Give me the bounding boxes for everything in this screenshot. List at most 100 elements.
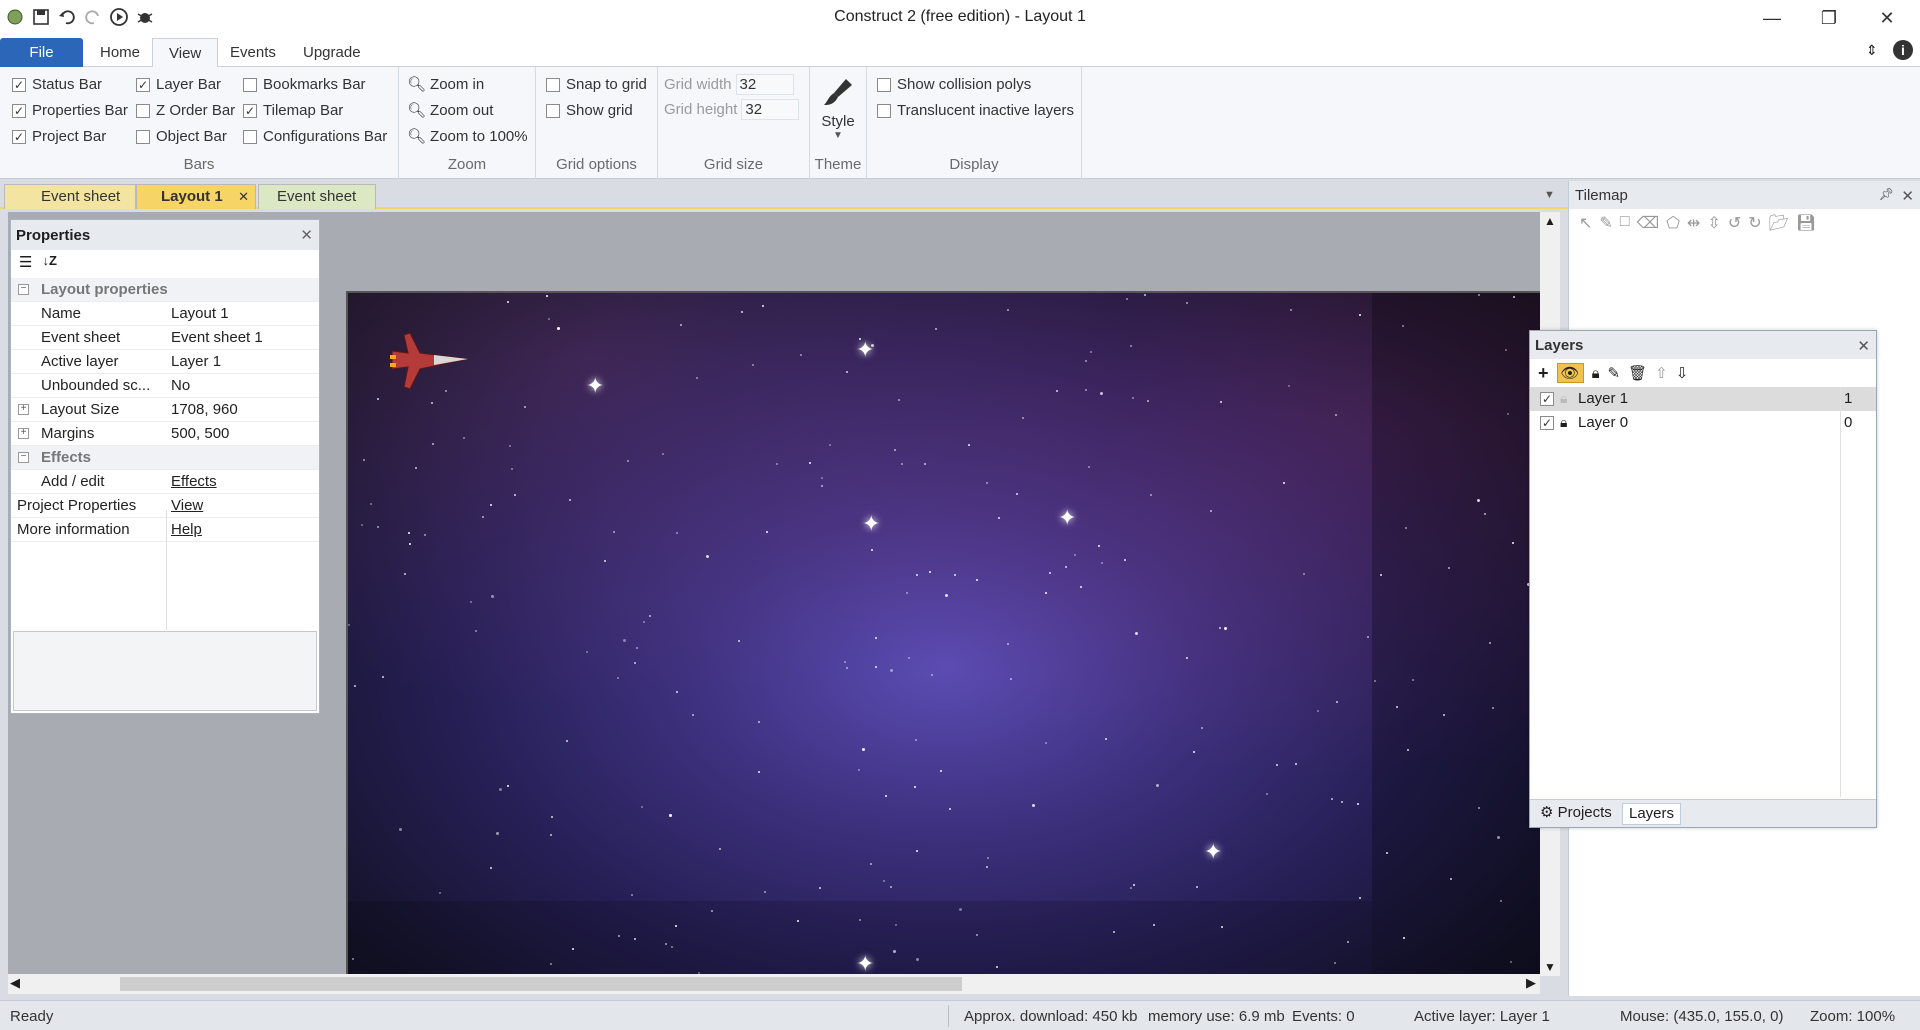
star xyxy=(1085,389,1087,391)
prop-project-properties-row[interactable]: Project Properties View xyxy=(11,494,319,518)
status-bar-checkbox[interactable]: ✓ Status Bar xyxy=(12,76,102,93)
style-button[interactable]: Style ▼ xyxy=(820,75,856,141)
rotate-cw-icon[interactable]: ↻ xyxy=(1748,213,1761,235)
categorized-icon[interactable]: ☰ xyxy=(19,253,32,275)
grid-height-input[interactable]: 32 xyxy=(741,99,800,120)
project-bar-checkbox[interactable]: ✓ Project Bar xyxy=(12,128,106,145)
rectangle-tool-icon[interactable]: □ xyxy=(1620,213,1630,235)
expand-icon[interactable]: + xyxy=(18,404,29,415)
z-order-bar-checkbox[interactable]: Z Order Bar xyxy=(136,102,235,119)
save-tile-icon[interactable]: 💾︎ xyxy=(1796,213,1816,235)
minimize-button[interactable]: — xyxy=(1743,0,1801,36)
star xyxy=(1032,804,1035,807)
lock-icon[interactable]: 🔒︎ xyxy=(1560,414,1567,431)
prop-add-edit-row[interactable]: Add / edit Effects xyxy=(11,470,319,494)
sort-alpha-icon[interactable]: ↓Z xyxy=(42,253,56,275)
tab-event-sheet-1[interactable]: Event sheet 1 xyxy=(4,184,136,229)
tabs-dropdown-icon[interactable]: ▼ xyxy=(1544,189,1555,201)
lock-layer-icon[interactable]: 🔒︎ xyxy=(1592,365,1600,382)
tab-view[interactable]: View xyxy=(152,38,219,68)
add-layer-icon[interactable]: + xyxy=(1538,363,1549,384)
star xyxy=(890,886,892,888)
show-collision-polys-checkbox[interactable]: Show collision polys xyxy=(877,76,1031,93)
rotate-ccw-icon[interactable]: ↺ xyxy=(1728,213,1741,235)
show-grid-checkbox[interactable]: Show grid xyxy=(546,102,633,119)
translucent-inactive-layers-checkbox[interactable]: Translucent inactive layers xyxy=(877,102,1074,119)
ribbon-view: ✓ Status Bar ✓ Properties Bar ✓ Project Bar… xyxy=(0,67,1920,179)
tilemap-bar-checkbox[interactable]: ✓ Tilemap Bar xyxy=(243,102,343,119)
layer-row[interactable]: ✓ 🔒︎ Layer 1 1 xyxy=(1530,387,1876,411)
view-link[interactable]: View xyxy=(171,497,203,514)
star xyxy=(819,887,821,889)
prop-name-row[interactable]: Name Layout 1 xyxy=(11,302,319,326)
player-ship-sprite[interactable] xyxy=(390,329,472,393)
tab-projects[interactable]: ⚙︎ Projects xyxy=(1534,803,1618,825)
layer-bar-checkbox[interactable]: ✓ Layer Bar xyxy=(136,76,221,93)
layer-visible-checkbox[interactable]: ✓ xyxy=(1540,392,1554,406)
prop-margins-row[interactable]: + Margins 500, 500 xyxy=(11,422,319,446)
edit-layer-icon[interactable]: ✎ xyxy=(1608,364,1621,382)
ribbon-collapse-icon[interactable]: ⇕ xyxy=(1866,42,1878,59)
star xyxy=(809,462,811,464)
delete-layer-icon[interactable]: 🗑︎ xyxy=(1628,364,1647,382)
select-tool-icon[interactable]: ↖ xyxy=(1579,213,1592,235)
layout-canvas[interactable]: ✦ ✦ ✦ ✦ ✦ ✦ xyxy=(346,291,1540,974)
star xyxy=(1105,738,1107,740)
lock-icon[interactable]: 🔒︎ xyxy=(1560,390,1567,407)
close-tilemap-icon[interactable]: ✕ xyxy=(1901,187,1914,205)
star xyxy=(1193,751,1195,753)
tab-upgrade[interactable]: Upgrade xyxy=(287,38,377,68)
properties-bar-checkbox[interactable]: ✓ Properties Bar xyxy=(12,102,128,119)
flip-horizontal-icon[interactable]: ⇹ xyxy=(1687,213,1700,235)
zoom-out-button[interactable]: 🔍︎ Zoom out xyxy=(407,101,493,120)
pin-icon[interactable]: 📌︎ xyxy=(1879,187,1894,201)
tab-home[interactable]: Home xyxy=(84,38,156,68)
prop-unbounded-scrolling-row[interactable]: Unbounded sc... No xyxy=(11,374,319,398)
effects-link[interactable]: Effects xyxy=(171,473,217,490)
scroll-down-icon[interactable]: ▼ xyxy=(1544,960,1556,974)
scroll-left-icon[interactable]: ◀ xyxy=(10,975,20,991)
close-window-button[interactable]: ✕ xyxy=(1858,0,1916,36)
close-layers-icon[interactable]: ✕ xyxy=(1857,337,1870,355)
tab-file[interactable]: File xyxy=(0,38,83,68)
grid-width-input[interactable]: 32 xyxy=(735,74,794,95)
prop-more-information-row[interactable]: More information Help xyxy=(11,518,319,542)
close-properties-icon[interactable]: ✕ xyxy=(300,226,313,244)
layer-row[interactable]: ✓ 🔒︎ Layer 0 0 xyxy=(1530,411,1876,435)
tab-layers[interactable]: Layers xyxy=(1622,803,1682,825)
help-link[interactable]: Help xyxy=(171,521,202,538)
horizontal-scroll-thumb[interactable] xyxy=(120,977,962,991)
tab-events[interactable]: Events xyxy=(214,38,292,68)
flip-vertical-icon[interactable]: ⇳ xyxy=(1707,213,1720,235)
section-effects[interactable]: − Effects xyxy=(11,446,319,470)
close-tab-icon[interactable]: ✕ xyxy=(238,185,249,209)
restore-button[interactable]: ❐ xyxy=(1800,0,1858,36)
move-layer-up-icon[interactable]: ⇧ xyxy=(1655,364,1668,382)
star xyxy=(1507,413,1509,415)
prop-layout-size-row[interactable]: + Layout Size 1708, 960 xyxy=(11,398,319,422)
polygon-tool-icon[interactable]: ⬠ xyxy=(1666,213,1680,235)
layer-visible-checkbox[interactable]: ✓ xyxy=(1540,416,1554,430)
zoom-100-button[interactable]: 🔍︎ Zoom to 100% xyxy=(407,127,528,146)
visibility-eye-icon[interactable]: 👁︎ xyxy=(1556,363,1584,383)
zoom-in-button[interactable]: 🔍︎ Zoom in xyxy=(407,75,484,94)
horizontal-scrollbar[interactable]: ◀ ▶ xyxy=(8,974,1540,994)
pencil-tool-icon[interactable]: ✎ xyxy=(1599,213,1612,235)
open-folder-icon[interactable]: 📂︎ xyxy=(1769,213,1789,235)
expand-icon[interactable]: + xyxy=(18,428,29,439)
tab-event-sheet-1b[interactable]: Event sheet 1 xyxy=(258,184,376,229)
bookmarks-bar-checkbox[interactable]: Bookmarks Bar xyxy=(243,76,366,93)
scroll-right-icon[interactable]: ▶ xyxy=(1526,975,1536,991)
section-layout-properties[interactable]: − Layout properties xyxy=(11,278,319,302)
move-layer-down-icon[interactable]: ⇩ xyxy=(1676,364,1689,382)
scroll-up-icon[interactable]: ▲ xyxy=(1544,214,1556,228)
snap-to-grid-checkbox[interactable]: Snap to grid xyxy=(546,76,647,93)
star xyxy=(370,503,372,505)
prop-event-sheet-row[interactable]: Event sheet Event sheet 1 xyxy=(11,326,319,350)
info-icon[interactable]: i xyxy=(1893,40,1913,60)
prop-active-layer-row[interactable]: Active layer Layer 1 xyxy=(11,350,319,374)
eraser-tool-icon[interactable]: ⌫ xyxy=(1636,213,1659,235)
object-bar-checkbox[interactable]: Object Bar xyxy=(136,128,227,145)
configurations-bar-checkbox[interactable]: Configurations Bar xyxy=(243,128,387,145)
tab-layout-1[interactable]: Layout 1 ✕ xyxy=(136,184,256,209)
